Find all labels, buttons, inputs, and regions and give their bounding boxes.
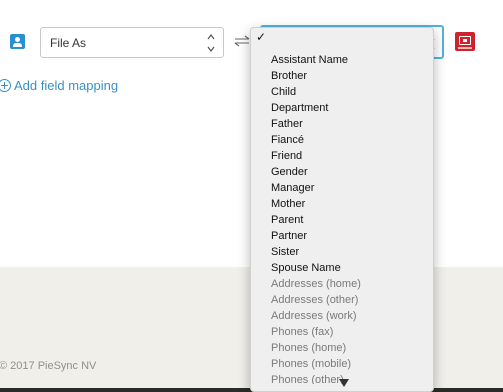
dropdown-option[interactable]: Sister	[251, 244, 433, 260]
dropdown-option[interactable]: Friend	[251, 148, 433, 164]
dropdown-option[interactable]: Gender	[251, 164, 433, 180]
contact-card-icon	[10, 34, 25, 49]
dropdown-option: Phones (home)	[271, 342, 347, 354]
target-field-dropdown[interactable]: ✓ Assistant Name Brother Child Department Fa…	[250, 27, 434, 392]
select-arrows-icon	[206, 30, 216, 56]
dropdown-option[interactable]: Mother	[251, 196, 433, 212]
dropdown-option: Phones (mobile)	[271, 358, 352, 370]
dropdown-option[interactable]: Manager	[251, 180, 433, 196]
dropdown-option: Addresses (work)	[271, 310, 357, 322]
delete-icon	[459, 36, 471, 45]
add-field-mapping-label: Add field mapping	[14, 78, 119, 93]
dropdown-option: Addresses (home)	[271, 278, 361, 290]
dropdown-option[interactable]: Partner	[251, 228, 433, 244]
dropdown-option: Phones (fax)	[271, 326, 334, 338]
dropdown-option[interactable]: Department	[251, 100, 433, 116]
swap-arrows-icon	[234, 34, 250, 48]
dropdown-option[interactable]: Brother	[251, 68, 433, 84]
dropdown-option[interactable]: Fiancé	[251, 132, 433, 148]
add-field-mapping-link[interactable]: Add field mapping	[0, 78, 118, 93]
source-field-select[interactable]: File As	[40, 27, 224, 58]
dropdown-options: Assistant Name Brother Child Department Fath…	[251, 52, 433, 384]
checkmark-icon: ✓	[256, 30, 267, 44]
plus-circle-icon	[0, 79, 11, 92]
dropdown-option[interactable]: Spouse Name	[251, 260, 433, 276]
dropdown-option[interactable]: Father	[251, 116, 433, 132]
copyright-text: © 2017 PieSync NV	[0, 360, 97, 372]
dropdown-option[interactable]: Child	[251, 84, 433, 100]
delete-mapping-button[interactable]	[455, 32, 475, 51]
dropdown-option[interactable]: Parent	[251, 212, 433, 228]
dropdown-option[interactable]: Assistant Name	[251, 52, 433, 68]
scroll-down-arrow-icon[interactable]	[339, 379, 349, 387]
dropdown-option: Addresses (other)	[271, 294, 359, 306]
source-field-value: File As	[50, 36, 87, 50]
